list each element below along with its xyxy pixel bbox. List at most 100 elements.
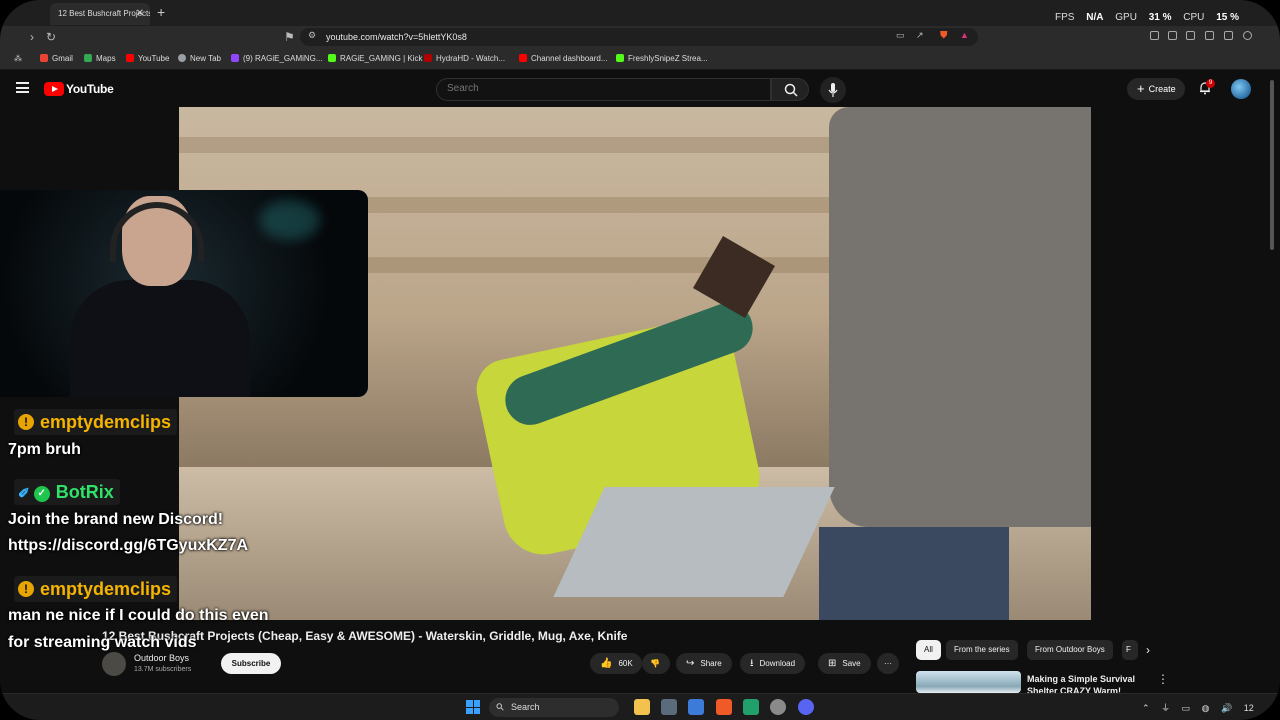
- save-label: Save: [842, 659, 861, 668]
- app-icon[interactable]: [661, 699, 677, 715]
- url-text: youtube.com/watch?v=5hlettYK0s8: [326, 32, 467, 42]
- plus-icon: +: [1137, 81, 1145, 96]
- account-avatar[interactable]: [1231, 79, 1251, 99]
- search-box[interactable]: [436, 78, 771, 101]
- performance-overlay: FPS N/A GPU 31 % CPU 15 %: [1055, 12, 1248, 23]
- browser-tab[interactable]: 12 Best Bushcraft Projects ✕: [50, 3, 150, 25]
- bookmark-maps[interactable]: Maps: [84, 54, 116, 63]
- bookmark-freshlysnipez[interactable]: FreshlySnipeZ Strea...: [616, 54, 708, 63]
- leo-icon[interactable]: [1224, 31, 1233, 40]
- reload-icon[interactable]: ↻: [46, 30, 56, 44]
- search-icon: [784, 83, 798, 97]
- recommendation-menu-icon[interactable]: ⋮: [1157, 672, 1169, 686]
- screen: 12 Best Bushcraft Projects ✕ + FPS N/A G…: [0, 0, 1280, 720]
- globe-icon: [178, 54, 186, 62]
- youtube-studio-icon: [519, 54, 527, 62]
- thumbs-down-icon: 👎: [650, 659, 660, 668]
- taskbar-search[interactable]: Search: [489, 698, 619, 717]
- recommendation-thumbnail[interactable]: [916, 671, 1021, 693]
- brave-browser-icon[interactable]: [716, 699, 732, 715]
- download-icon[interactable]: [1168, 31, 1177, 40]
- like-button[interactable]: 👍 60K: [590, 653, 642, 674]
- notification-count-badge: 9: [1206, 79, 1215, 88]
- bookmarks-apps-icon[interactable]: ⁂: [14, 54, 22, 63]
- rewards-icon[interactable]: ▲: [960, 30, 969, 40]
- wrench-icon: ✐: [18, 485, 30, 501]
- app-icon[interactable]: [743, 699, 759, 715]
- channel-name[interactable]: Outdoor Boys: [134, 653, 189, 663]
- new-tab-icon[interactable]: +: [157, 4, 165, 20]
- search-input[interactable]: [447, 83, 747, 94]
- file-explorer-icon[interactable]: [634, 699, 650, 715]
- bookmark-new-tab[interactable]: New Tab: [178, 54, 221, 63]
- channel-avatar[interactable]: [102, 652, 126, 676]
- headset-detail: [110, 202, 204, 262]
- voice-search-button[interactable]: [820, 77, 846, 103]
- app-icon[interactable]: [688, 699, 704, 715]
- usb-icon[interactable]: ⏚: [1161, 703, 1170, 713]
- cpu-value: 15 %: [1216, 12, 1239, 23]
- forward-icon[interactable]: ›: [30, 30, 34, 44]
- thumbs-up-icon: 👍: [600, 658, 613, 669]
- volume-icon[interactable]: 🔊: [1221, 703, 1232, 713]
- windows-start-icon[interactable]: [466, 700, 480, 714]
- url-field[interactable]: ⚙ youtube.com/watch?v=5hlettYK0s8 ▭ ↗ ⛊ …: [300, 28, 978, 46]
- bookmark-kick[interactable]: RAGiE_GAMiNG | Kick: [328, 54, 423, 63]
- clock[interactable]: 12: [1244, 703, 1254, 713]
- chip-all[interactable]: All: [916, 640, 941, 660]
- create-label: Create: [1148, 84, 1176, 94]
- more-actions-button[interactable]: ···: [877, 653, 899, 674]
- video-frame-detail: [819, 527, 1009, 620]
- fps-label: FPS: [1055, 12, 1075, 23]
- chip-from-series[interactable]: From the series: [946, 640, 1018, 660]
- chevron-right-icon[interactable]: ›: [1146, 643, 1150, 657]
- chat-message: https://discord.gg/6TGyuxKZ7A: [8, 537, 249, 554]
- dislike-button[interactable]: 👎: [642, 653, 670, 674]
- network-icon[interactable]: ◍: [1202, 703, 1210, 713]
- bookmark-hydrahd[interactable]: HydraHD - Watch...: [424, 54, 505, 63]
- share-page-icon[interactable]: ↗: [916, 30, 924, 41]
- sidebar-icon[interactable]: [1186, 31, 1195, 40]
- youtube-logo-icon[interactable]: [44, 82, 64, 96]
- webcam-detail: [70, 280, 250, 397]
- chip-from-channel[interactable]: From Outdoor Boys: [1027, 640, 1113, 660]
- discord-icon[interactable]: [798, 699, 814, 715]
- settings-icon[interactable]: [770, 699, 786, 715]
- site-info-icon[interactable]: ⚙: [308, 30, 316, 41]
- hamburger-menu-icon[interactable]: [16, 82, 29, 93]
- subscribe-button[interactable]: Subscribe: [221, 653, 281, 674]
- wallet-icon[interactable]: [1205, 31, 1214, 40]
- bookmarks-bar: ⁂ Gmail Maps YouTube New Tab (9) RAGiE_G…: [0, 48, 1280, 70]
- brave-shield-icon[interactable]: ⛊: [940, 30, 948, 41]
- share-button[interactable]: ↪ Share: [676, 653, 732, 674]
- chat-username: ✐ ✓ BotRix: [14, 479, 120, 505]
- menu-icon[interactable]: [1243, 31, 1252, 40]
- bookmark-gmail[interactable]: Gmail: [40, 54, 73, 63]
- cast-icon[interactable]: ▭: [896, 30, 905, 41]
- chat-username: ! emptydemclips: [14, 576, 178, 602]
- browser-tabstrip: 12 Best Bushcraft Projects ✕ + FPS N/A G…: [0, 0, 1280, 26]
- gpu-label: GPU: [1115, 12, 1137, 23]
- youtube-logo-text[interactable]: YouTube: [66, 82, 114, 96]
- download-button[interactable]: ⭳ Download: [740, 653, 806, 674]
- save-button[interactable]: ⊞ Save: [818, 653, 871, 674]
- share-label: Share: [700, 659, 722, 668]
- cpu-label: CPU: [1183, 12, 1205, 23]
- chip-partial[interactable]: F: [1122, 640, 1138, 660]
- bookmark-twitch[interactable]: (9) RAGiE_GAMiNG...: [231, 54, 323, 63]
- bookmark-channel-dashboard[interactable]: Channel dashboard...: [519, 54, 608, 63]
- bookmark-youtube[interactable]: YouTube: [126, 54, 169, 63]
- tab-close-icon[interactable]: ✕: [136, 3, 144, 25]
- create-button[interactable]: + Create: [1127, 78, 1185, 100]
- display-icon[interactable]: ▭: [1182, 703, 1191, 713]
- extensions-icon[interactable]: [1150, 31, 1159, 40]
- maps-icon: [84, 54, 92, 62]
- bookmark-icon[interactable]: ⚑: [284, 30, 295, 44]
- chat-username: ! emptydemclips: [14, 409, 178, 435]
- search-button[interactable]: [771, 78, 809, 101]
- webcam-detail: [260, 200, 320, 240]
- microphone-icon: [828, 83, 838, 97]
- page-scrollbar[interactable]: [1270, 80, 1274, 250]
- moderator-badge-icon: !: [18, 581, 34, 597]
- chevron-up-icon[interactable]: ⌃: [1142, 703, 1150, 713]
